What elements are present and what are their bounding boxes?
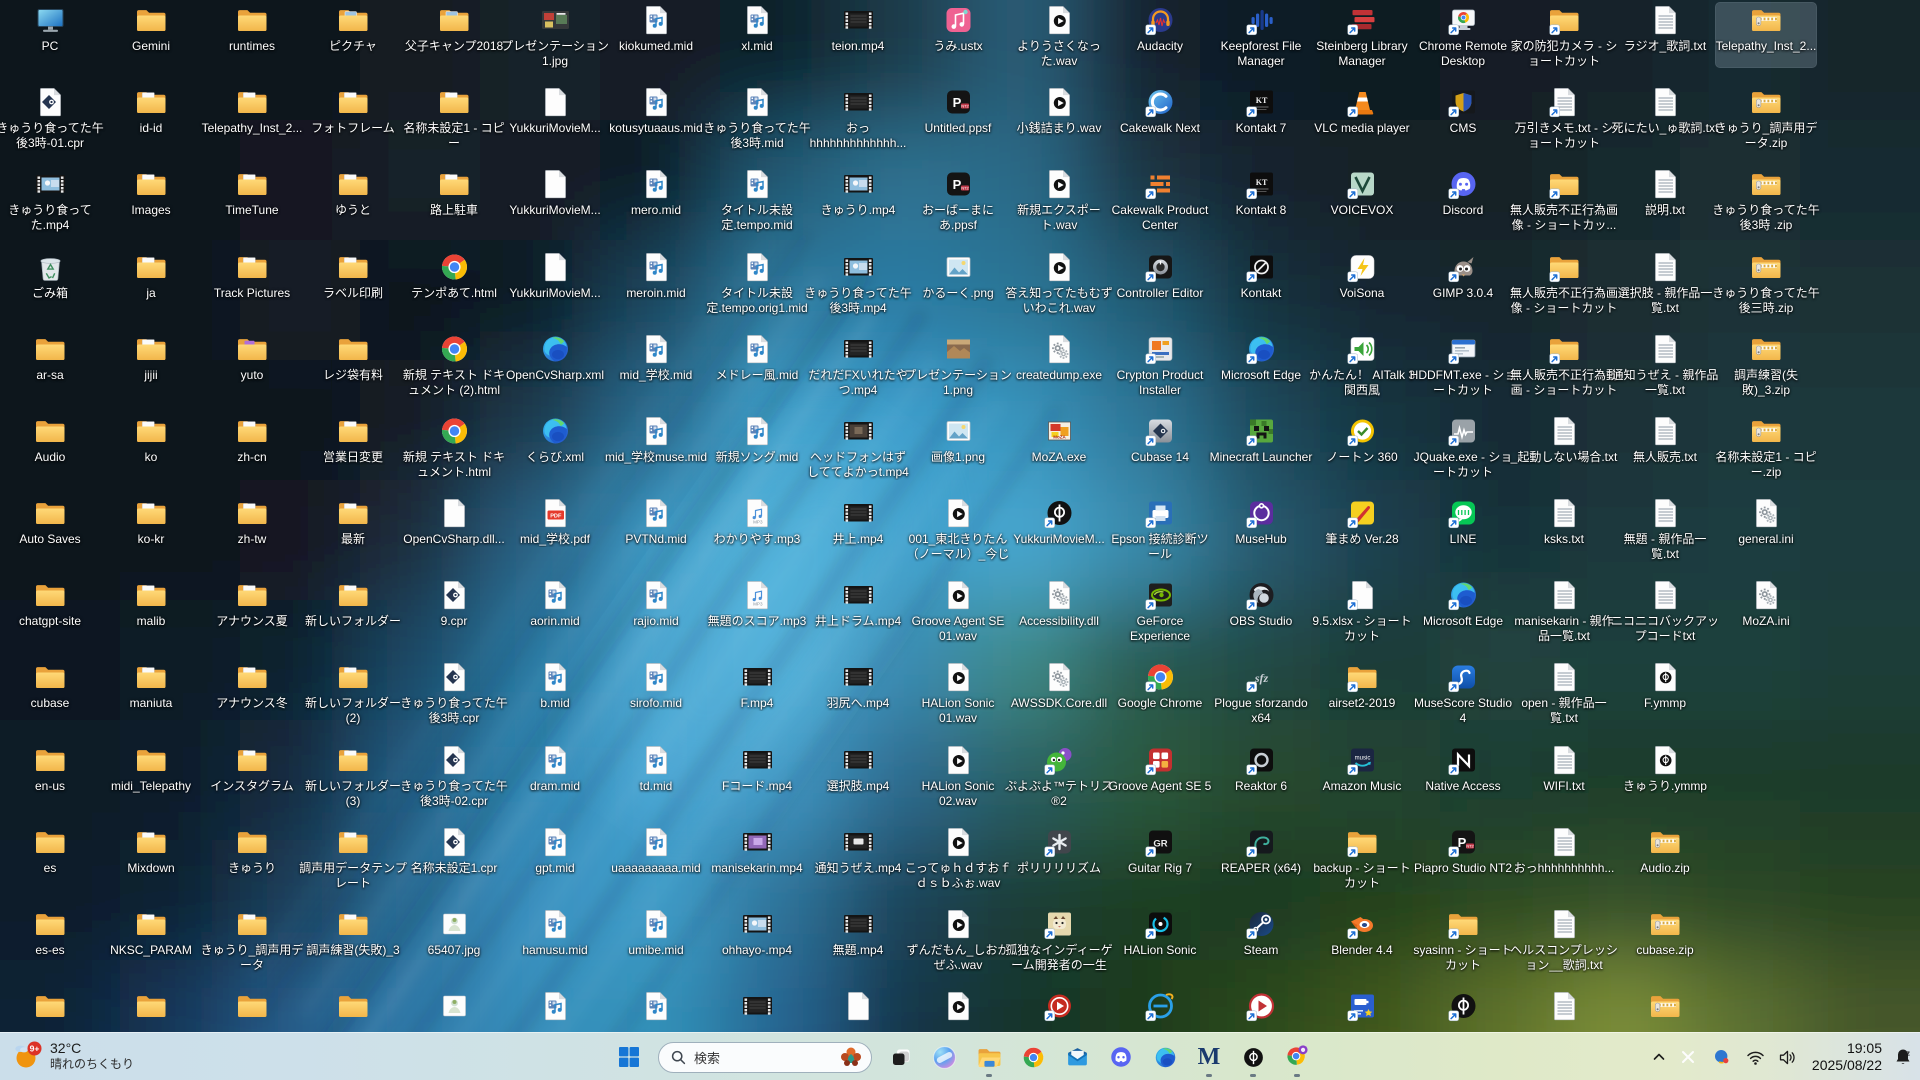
svg-text:z: z: [1907, 1051, 1911, 1058]
svg-text:9+: 9+: [30, 1043, 40, 1053]
